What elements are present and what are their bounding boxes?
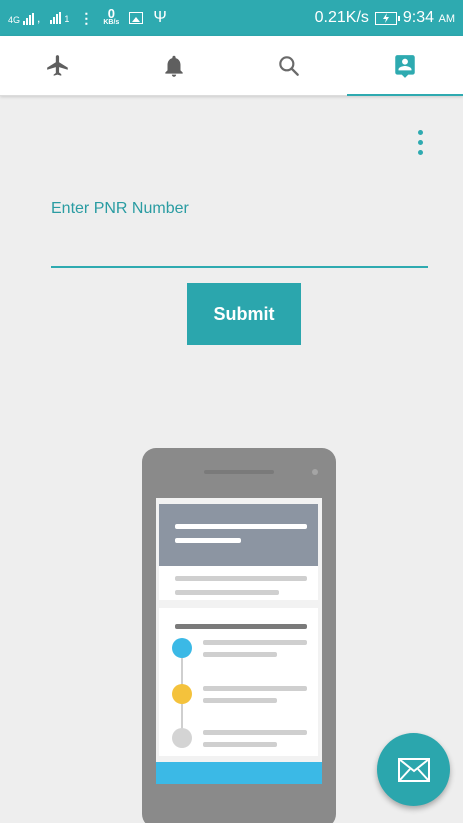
network-indicator-2: 1: [50, 12, 69, 24]
airplane-icon: [47, 54, 68, 76]
ampm-text: AM: [438, 13, 456, 25]
network-indicator: 4G ,: [8, 11, 41, 25]
status-left: 4G , 1 ⋮ 0 KB/s Ψ: [8, 0, 167, 36]
tab-flights[interactable]: [0, 36, 116, 95]
data-rate-unit: KB/s: [103, 19, 120, 26]
phone-speaker: [204, 470, 274, 474]
overflow-menu-icon[interactable]: [410, 126, 430, 158]
illustration-card: [159, 504, 318, 600]
phone-screen: [156, 498, 322, 784]
time-text: 9:34: [402, 9, 435, 26]
more-dots-icon: ⋮: [79, 9, 94, 26]
status-right: 0.21K/s 9:34 AM: [315, 0, 455, 36]
pnr-label: Enter PNR Number: [51, 200, 189, 217]
message-fab[interactable]: [377, 733, 450, 806]
illustration-footer: [156, 762, 322, 784]
signal-icon: [50, 12, 62, 24]
pnr-input[interactable]: [51, 224, 428, 268]
phone-camera: [312, 469, 318, 475]
tab-search[interactable]: [232, 36, 348, 95]
search-icon: [279, 55, 300, 76]
contact-card-icon: [395, 54, 415, 78]
network-type: 4G: [8, 15, 21, 25]
submit-button[interactable]: Submit: [187, 283, 301, 345]
timeline-dot-yellow: [172, 684, 192, 704]
image-icon: [129, 12, 144, 24]
data-rate-indicator: 0 KB/s: [103, 6, 120, 27]
clock: 9:34 AM: [403, 9, 455, 27]
usb-icon: Ψ: [153, 9, 167, 26]
tab-bar: [0, 36, 463, 96]
illustration-card-header: [159, 504, 318, 566]
timeline-dot-grey: [172, 728, 192, 748]
illustration-timeline: [159, 608, 318, 756]
phone-illustration: [142, 448, 336, 823]
bell-icon: [164, 55, 183, 77]
timeline-dot-blue: [172, 638, 192, 658]
tab-notifications[interactable]: [116, 36, 232, 95]
speed-text: 0.21K/s: [314, 9, 369, 26]
data-rate-value: 0: [107, 6, 115, 21]
network-sub: 1: [64, 14, 70, 24]
signal-icon: [23, 13, 35, 25]
battery-charging-icon: [374, 11, 400, 25]
status-bar: 4G , 1 ⋮ 0 KB/s Ψ 0.21K/s 9:34 AM: [0, 0, 463, 36]
tab-pnr-status[interactable]: [347, 36, 463, 96]
envelope-icon: [397, 757, 430, 782]
